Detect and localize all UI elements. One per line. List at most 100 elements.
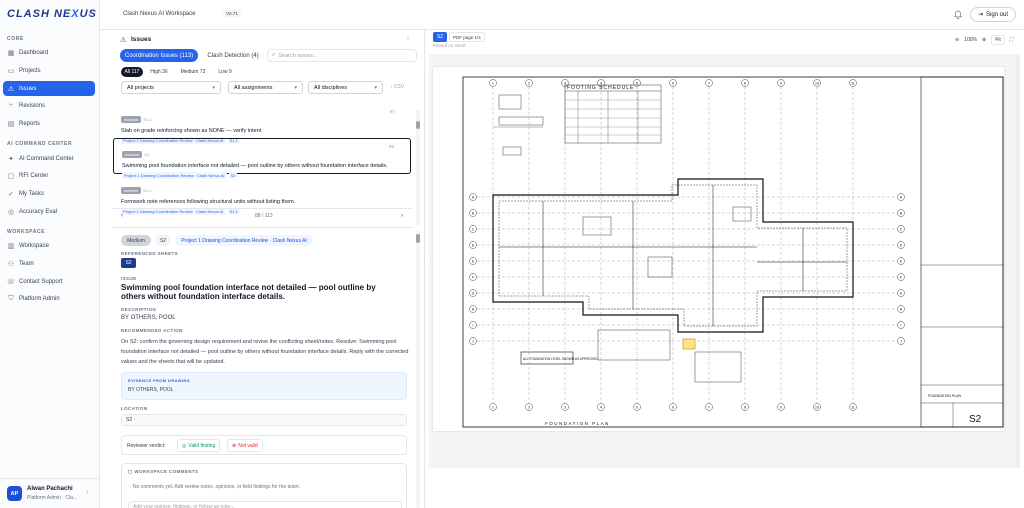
project-chip[interactable]: Project 1 Drawing Coordination Review · … bbox=[175, 235, 313, 246]
issue-summary: Formwork note references following struc… bbox=[121, 199, 296, 205]
sheet-number: S2 bbox=[969, 414, 982, 425]
grid-bubble-label: G bbox=[472, 291, 475, 295]
referenced-sheet-badge[interactable]: S2 bbox=[121, 258, 136, 268]
grid-bubble-label: J bbox=[900, 339, 902, 343]
scrollbar-thumb[interactable] bbox=[416, 121, 420, 129]
sidebar-item-projects[interactable]: ▭ Projects bbox=[3, 63, 95, 78]
issue-list-item[interactable]: medium S1-1 Formwork note references foll… bbox=[113, 179, 411, 215]
filter-chip-high[interactable]: High 36 bbox=[147, 67, 171, 77]
sidebar-item-issues[interactable]: ⚠ Issues bbox=[3, 81, 95, 96]
title-block bbox=[920, 76, 1004, 428]
sidebar-item-reports[interactable]: ▤ Reports bbox=[3, 116, 95, 131]
sidebar-item-team[interactable]: ⚇ Team bbox=[3, 256, 95, 271]
folder-icon: ▭ bbox=[7, 67, 15, 75]
app-logo[interactable]: CLASH NEXUS bbox=[7, 8, 97, 20]
issues-title: Issues bbox=[131, 36, 152, 43]
location-label: LOCATION bbox=[121, 406, 148, 411]
version-badge: V0.71 bbox=[223, 10, 241, 17]
grid-bubble-label: 5 bbox=[636, 405, 638, 409]
grid-lines bbox=[477, 87, 897, 403]
divider bbox=[113, 227, 413, 228]
grid-bubble-label: 9 bbox=[780, 405, 782, 409]
grid-bubble-label: 3 bbox=[564, 81, 566, 85]
detail-scrollbar[interactable] bbox=[416, 230, 420, 508]
assignment-select[interactable]: All assignments ▾ bbox=[228, 81, 303, 94]
target-icon: ◎ bbox=[7, 208, 15, 216]
comment-input[interactable] bbox=[128, 501, 402, 508]
support-icon: ☏ bbox=[6, 278, 16, 286]
zoom-out-icon[interactable]: ⊖ bbox=[955, 37, 959, 43]
sidebar-item-contact-support[interactable]: ☏ Contact Support bbox=[3, 274, 95, 289]
zoom-level: 100% bbox=[964, 37, 977, 43]
download-icon: ↓ bbox=[390, 84, 393, 90]
sidebar-item-ai-command-center[interactable]: ✦ AI Command Center bbox=[3, 151, 95, 166]
fullscreen-icon[interactable]: ⛶ bbox=[1010, 37, 1014, 43]
sign-out-button[interactable]: ⇥ Sign out bbox=[970, 7, 1016, 22]
search-input[interactable] bbox=[278, 52, 399, 59]
discipline-select[interactable]: All disciplines ▾ bbox=[308, 81, 383, 94]
previous-page-button[interactable]: ‹ bbox=[121, 213, 123, 219]
footing-schedule-table bbox=[564, 84, 662, 144]
grid-bubble-label: 10 bbox=[815, 405, 819, 409]
nav-section-workspace: WORKSPACE bbox=[7, 229, 46, 235]
drawing-sheet[interactable]: 1 1 2 2 3 3 4 4 5 5 6 6 7 7 8 8 9 9 10 10 11 11 AABBCCDDEEFFG… bbox=[433, 67, 1004, 431]
sheet-chip: S2 bbox=[155, 235, 171, 246]
export-csv-button[interactable]: ↓ CSV bbox=[390, 84, 404, 90]
description-text: BY OTHERS, POOL bbox=[121, 315, 176, 321]
sheet-tab[interactable]: S2 bbox=[433, 32, 447, 42]
comment-icon: ▢ bbox=[128, 469, 133, 474]
issue-number: 88 bbox=[388, 144, 394, 149]
search-field[interactable]: ⌕ bbox=[267, 49, 417, 62]
schedule-title: FOOTING SCHEDULE bbox=[567, 85, 634, 91]
zoom-in-icon[interactable]: ⊕ bbox=[982, 37, 986, 43]
grid-bubbles-side: A AB BC CD DE EF FG GH HI IJ J bbox=[469, 193, 905, 345]
filter-chip-medium[interactable]: Medium 73 bbox=[176, 67, 210, 77]
status-badge: medium bbox=[122, 151, 143, 158]
sidebar-item-revisions[interactable]: ⑂ Revisions bbox=[3, 98, 95, 113]
sidebar-item-my-tasks[interactable]: ✓ My Tasks bbox=[3, 186, 95, 201]
grid-bubble-label: 8 bbox=[744, 405, 746, 409]
workspace-comments: ▢ WORKSPACE COMMENTS No comments yet. Ad… bbox=[121, 463, 407, 508]
issue-pin-highlight bbox=[682, 338, 696, 350]
fit-button[interactable]: Fit bbox=[991, 35, 1005, 45]
verdict-label: Reviewer verdict: bbox=[127, 443, 166, 449]
zoom-controls: ⊖ 100% ⊕ Fit ⛶ bbox=[955, 35, 1013, 45]
x-circle-icon: ⊗ bbox=[232, 442, 237, 449]
filter-chip-low[interactable]: Low 9 bbox=[214, 67, 236, 77]
sidebar-item-dashboard[interactable]: ▦ Dashboard bbox=[3, 45, 95, 60]
valid-finding-button[interactable]: ◎ Valid finding bbox=[177, 439, 221, 452]
evidence-label: EVIDENCE FROM DRAWING bbox=[128, 378, 191, 383]
bell-icon[interactable] bbox=[953, 9, 963, 19]
pool-detail-box bbox=[694, 351, 742, 383]
chevron-down-icon: ▾ bbox=[374, 84, 377, 91]
grid-bubble-label: 2 bbox=[528, 81, 530, 85]
tab-clash-detection[interactable]: Clash Detection (4) bbox=[201, 49, 265, 62]
grid-bubble-label: 6 bbox=[672, 405, 674, 409]
sidebar-item-workspace[interactable]: ▥ Workspace bbox=[3, 238, 95, 253]
divider bbox=[113, 208, 413, 209]
sidebar-item-platform-admin[interactable]: ⛉ Platform Admin bbox=[3, 291, 95, 306]
issue-list-item-selected[interactable]: medium S2 88 Swimming pool foundation inte… bbox=[113, 138, 411, 179]
viewer-scrollbar[interactable] bbox=[1016, 54, 1020, 468]
project-select[interactable]: All projects ▾ bbox=[121, 81, 221, 94]
scrollbar-thumb[interactable] bbox=[416, 234, 420, 243]
sidebar-item-accuracy-eval[interactable]: ◎ Accuracy Eval bbox=[3, 204, 95, 219]
recommended-action-label: RECOMMENDED ACTION bbox=[121, 328, 183, 333]
user-menu[interactable]: AP Alwan Pachachi Platform Admin · Cla..… bbox=[0, 478, 100, 508]
pdf-page-tab[interactable]: PDF page 1/4 bbox=[449, 32, 485, 42]
check-circle-icon: ◎ bbox=[182, 442, 187, 449]
tab-coordination-issues[interactable]: Coordination Issues (113) bbox=[120, 49, 198, 62]
grid-bubble-label: F bbox=[900, 275, 902, 279]
collapse-sidebar-icon[interactable]: ‹ bbox=[88, 9, 91, 19]
sidebar-item-rfi-center[interactable]: ▢ RFI Center bbox=[3, 168, 95, 183]
drawing-canvas[interactable]: 1 1 2 2 3 3 4 4 5 5 6 6 7 7 8 8 9 9 10 10 11 11 AABBCCDDEEFFG… bbox=[429, 54, 1020, 468]
collapse-panel-icon[interactable]: › bbox=[407, 36, 409, 42]
next-page-button[interactable]: › bbox=[401, 213, 403, 219]
issue-list-item[interactable]: medium S1-1 87 Slab on grade reinforcing s… bbox=[113, 108, 411, 144]
filter-chip-all[interactable]: All 117 bbox=[121, 67, 143, 77]
grid-bubble-label: 8 bbox=[744, 81, 746, 85]
not-valid-button[interactable]: ⊗ Not valid bbox=[227, 439, 263, 452]
issue-list-scrollbar[interactable] bbox=[416, 110, 420, 225]
chevron-down-icon: ▾ bbox=[294, 84, 297, 91]
grid-icon: ▦ bbox=[7, 49, 15, 57]
